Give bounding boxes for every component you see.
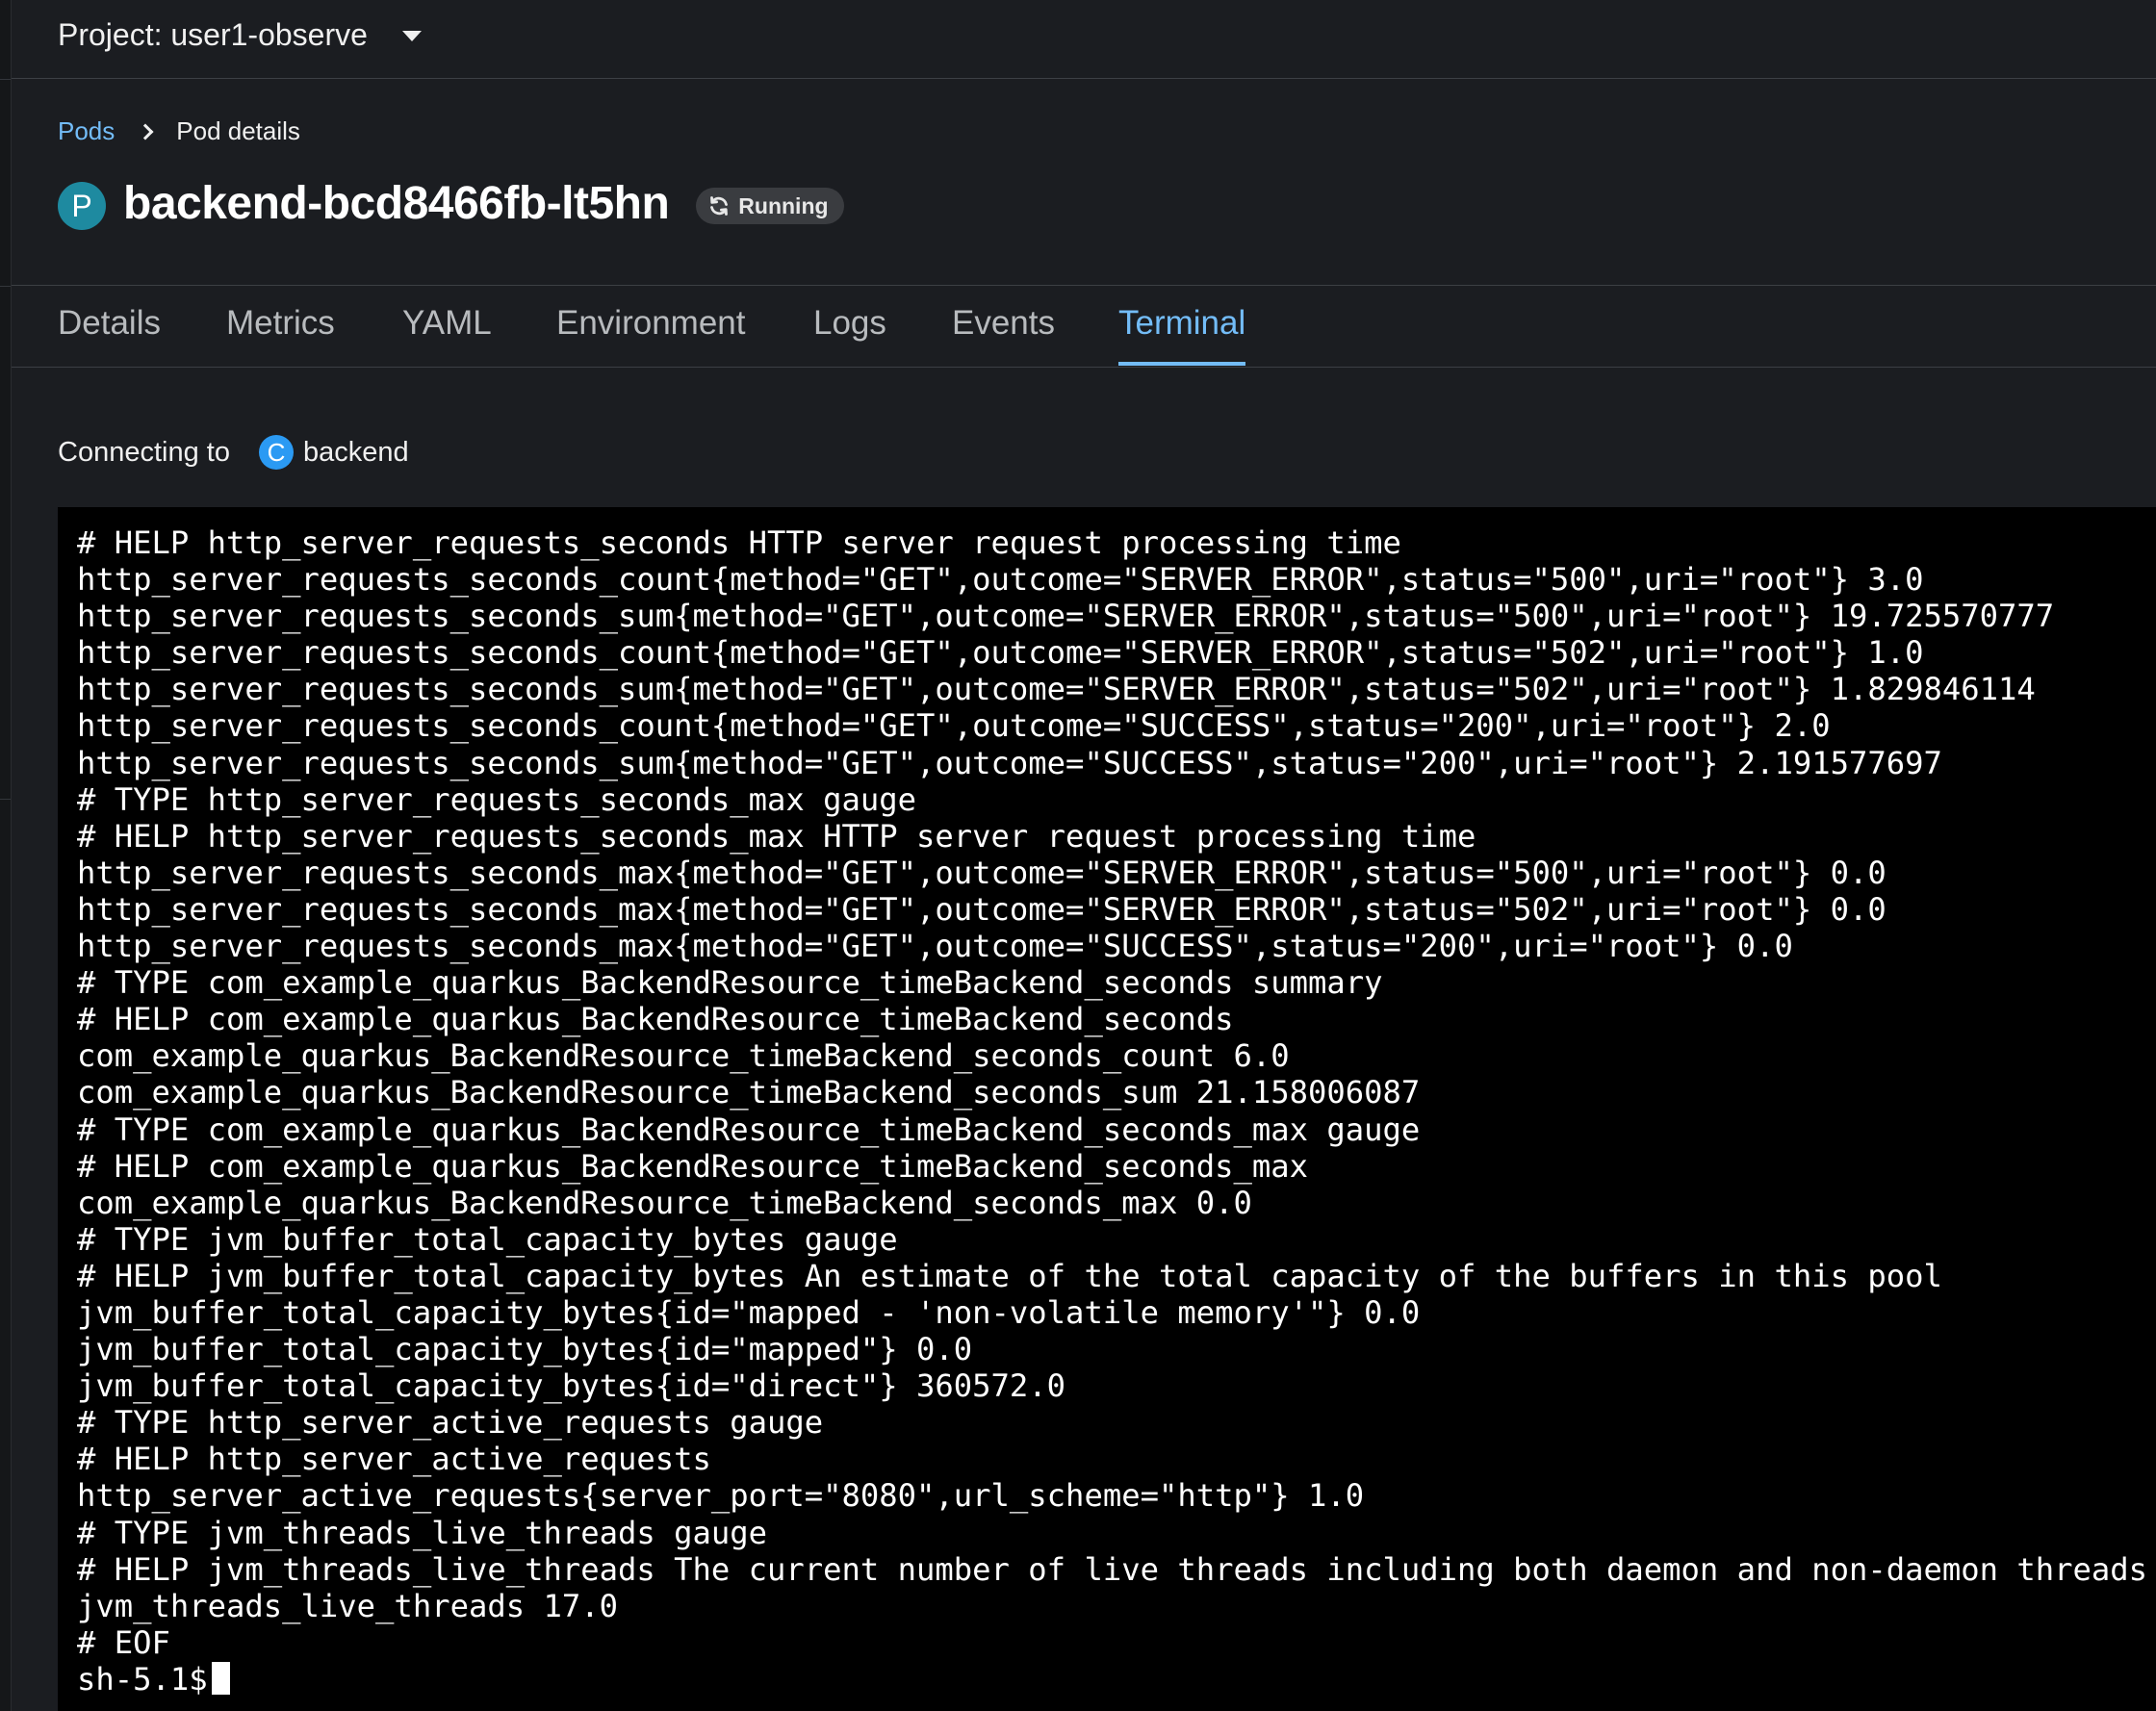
terminal-line: com_example_quarkus_BackendResource_time…	[77, 1184, 1252, 1221]
sync-icon	[710, 196, 729, 216]
terminal[interactable]: # HELP http_server_requests_seconds HTTP…	[58, 507, 2156, 1711]
tab-logs[interactable]: Logs	[813, 304, 886, 366]
terminal-line: # TYPE http_server_active_requests gauge	[77, 1404, 824, 1442]
left-nav-rail	[0, 0, 12, 1711]
container-link[interactable]: C backend	[258, 435, 409, 470]
terminal-line: http_server_requests_seconds_sum{method=…	[77, 598, 2055, 635]
terminal-line: jvm_buffer_total_capacity_bytes{id="dire…	[77, 1367, 1066, 1405]
page-title: backend-bcd8466fb-lt5hn	[123, 177, 670, 229]
terminal-line: com_example_quarkus_BackendResource_time…	[77, 1037, 1290, 1075]
project-bar: Project: user1-observe	[12, 0, 2156, 79]
terminal-prompt: sh-5.1$	[77, 1660, 208, 1698]
terminal-line: http_server_requests_seconds_sum{method=…	[77, 671, 2036, 708]
terminal-line: http_server_requests_seconds_sum{method=…	[77, 744, 1942, 781]
caret-down-icon	[401, 31, 422, 41]
terminal-line: http_server_active_requests{server_port=…	[77, 1477, 1365, 1515]
tab-environment[interactable]: Environment	[556, 304, 745, 366]
terminal-line: com_example_quarkus_BackendResource_time…	[77, 1074, 1421, 1111]
container-name: backend	[302, 436, 409, 468]
terminal-prompt-line[interactable]: sh-5.1$	[77, 1661, 2156, 1698]
page-title-row: P backend-bcd8466fb-lt5hn Running	[58, 176, 844, 230]
terminal-line: # HELP jvm_threads_live_threads The curr…	[77, 1550, 2148, 1588]
terminal-output: # HELP http_server_requests_seconds HTTP…	[77, 524, 2156, 1661]
tab-details[interactable]: Details	[58, 304, 161, 366]
terminal-line: # TYPE com_example_quarkus_BackendResour…	[77, 964, 1383, 1002]
terminal-line: http_server_requests_seconds_max{method=…	[77, 928, 1793, 965]
terminal-line: http_server_requests_seconds_count{metho…	[77, 707, 1831, 745]
terminal-line: # TYPE http_server_requests_seconds_max …	[77, 780, 917, 818]
terminal-line: jvm_buffer_total_capacity_bytes{id="mapp…	[77, 1293, 1421, 1331]
tab-yaml[interactable]: YAML	[402, 304, 492, 366]
tab-terminal[interactable]: Terminal	[1118, 304, 1246, 366]
terminal-line: # EOF	[77, 1623, 170, 1661]
terminal-line: # TYPE jvm_threads_live_threads gauge	[77, 1514, 768, 1551]
breadcrumb: Pods Pod details	[58, 116, 300, 146]
terminal-line: # HELP http_server_requests_seconds_max …	[77, 817, 1476, 855]
connecting-label: Connecting to	[58, 436, 230, 468]
terminal-line: # TYPE jvm_buffer_total_capacity_bytes g…	[77, 1220, 898, 1258]
connecting-row: Connecting to C backend	[58, 435, 409, 470]
tab-bar: Details Metrics YAML Environment Logs Ev…	[12, 287, 2156, 368]
breadcrumb-current: Pod details	[176, 116, 300, 145]
breadcrumb-pods-link[interactable]: Pods	[58, 116, 115, 146]
terminal-line: jvm_threads_live_threads 17.0	[77, 1587, 618, 1624]
pod-details-page: Project: user1-observe Pods Pod details …	[0, 0, 2156, 1711]
project-selector-label: Project: user1-observe	[58, 17, 368, 52]
terminal-line: http_server_requests_seconds_max{method=…	[77, 854, 1886, 891]
terminal-line: # HELP com_example_quarkus_BackendResour…	[77, 1147, 1308, 1185]
terminal-line: http_server_requests_seconds_max{method=…	[77, 890, 1886, 928]
terminal-cursor	[211, 1661, 230, 1695]
terminal-line: # TYPE com_example_quarkus_BackendResour…	[77, 1111, 1421, 1148]
tab-events[interactable]: Events	[952, 304, 1055, 366]
terminal-line: http_server_requests_seconds_count{metho…	[77, 634, 1924, 672]
pod-resource-badge: P	[58, 182, 106, 230]
tab-metrics[interactable]: Metrics	[226, 304, 335, 366]
status-badge: Running	[696, 188, 844, 224]
terminal-line: http_server_requests_seconds_count{metho…	[77, 561, 1924, 599]
terminal-line: jvm_buffer_total_capacity_bytes{id="mapp…	[77, 1331, 973, 1368]
chevron-right-icon	[137, 123, 154, 140]
terminal-line: # HELP http_server_active_requests	[77, 1441, 711, 1478]
terminal-line: # HELP jvm_buffer_total_capacity_bytes A…	[77, 1257, 1942, 1294]
page-header: Pods Pod details P backend-bcd8466fb-lt5…	[12, 80, 2156, 286]
status-label: Running	[738, 192, 829, 218]
project-selector[interactable]: Project: user1-observe	[58, 17, 422, 53]
container-resource-badge: C	[258, 435, 294, 470]
terminal-line: # HELP http_server_requests_seconds HTTP…	[77, 524, 1401, 561]
terminal-line: # HELP com_example_quarkus_BackendResour…	[77, 1001, 1234, 1038]
